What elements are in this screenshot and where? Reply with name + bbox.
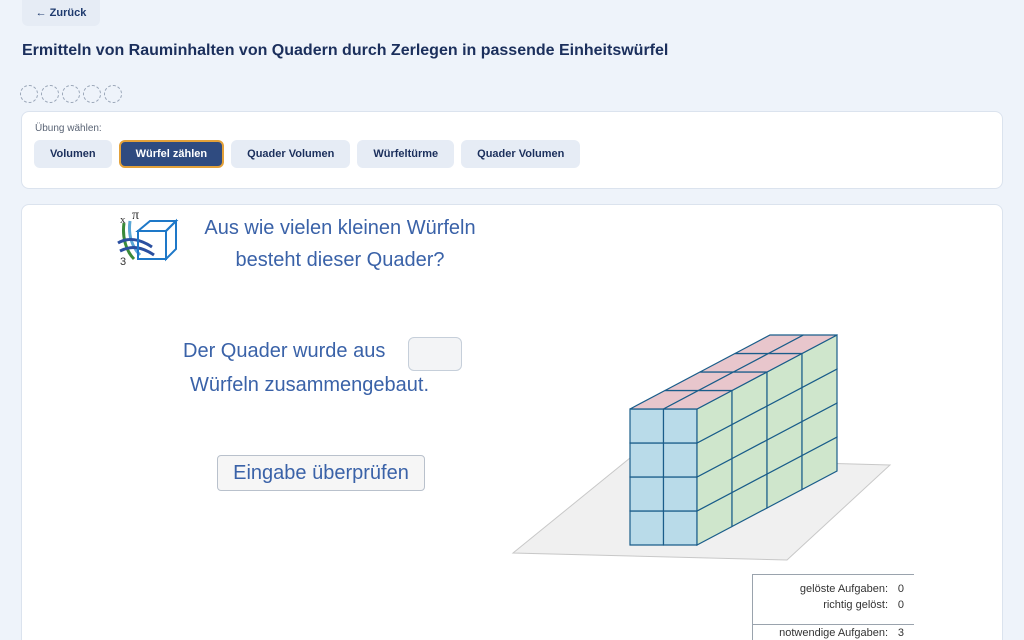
answer-prefix: Der Quader wurde aus <box>183 340 386 362</box>
solved-label: gelöste Aufgaben: <box>799 583 888 595</box>
cube-logo-icon: x π 3 <box>117 208 179 267</box>
exercise-picker-label: Übung wählen: <box>35 123 102 134</box>
tab-quader-volumen[interactable]: Quader Volumen <box>231 140 351 168</box>
answer-suffix: Würfeln zusammengebaut. <box>190 374 430 396</box>
progress-indicator <box>20 85 122 103</box>
svg-text:π: π <box>132 208 139 223</box>
correct-value: 0 <box>897 599 904 611</box>
tab-wuerfeltuerme[interactable]: Würfeltürme <box>357 140 455 168</box>
progress-dot <box>41 85 59 103</box>
check-answer-button[interactable]: Eingabe überprüfen <box>217 455 425 491</box>
svg-text:x: x <box>120 214 126 226</box>
cube-face-front <box>662 476 698 512</box>
cube-face-front <box>629 442 665 478</box>
cube-face-front <box>662 510 698 546</box>
cube-face-front <box>629 510 665 546</box>
back-button[interactable]: ← Zurück <box>22 0 100 26</box>
tab-quader-volumen-2[interactable]: Quader Volumen <box>461 140 581 168</box>
progress-dot <box>104 85 122 103</box>
progress-dot <box>62 85 80 103</box>
cube-face-front <box>629 408 665 444</box>
cuboid-illustration <box>511 334 892 561</box>
exercise-picker: Übung wählen: Volumen Würfel zählen Quad… <box>21 111 1003 189</box>
tab-wuerfel-zaehlen[interactable]: Würfel zählen <box>118 140 225 168</box>
stats-panel: gelöste Aufgaben: 0 richtig gelöst: 0 no… <box>752 574 914 640</box>
task-question-line1: Aus wie vielen kleinen Würfeln <box>204 217 476 239</box>
page-title: Ermitteln von Rauminhalten von Quadern d… <box>22 42 669 59</box>
progress-dot <box>83 85 101 103</box>
solved-value: 0 <box>897 583 904 595</box>
required-value: 3 <box>897 627 904 639</box>
cube-face-front <box>662 408 698 444</box>
svg-text:3: 3 <box>120 256 126 267</box>
task-question-line2: besteht dieser Quader? <box>235 249 445 271</box>
required-label: notwendige Aufgaben: <box>779 627 888 639</box>
task-question: Aus wie vielen kleinen Würfeln besteht d… <box>180 212 500 276</box>
cube-face-front <box>662 442 698 478</box>
progress-dot <box>20 85 38 103</box>
correct-label: richtig gelöst: <box>823 599 888 611</box>
cube-face-front <box>629 476 665 512</box>
tab-volumen[interactable]: Volumen <box>34 140 112 168</box>
cube-count-input[interactable] <box>408 337 462 371</box>
